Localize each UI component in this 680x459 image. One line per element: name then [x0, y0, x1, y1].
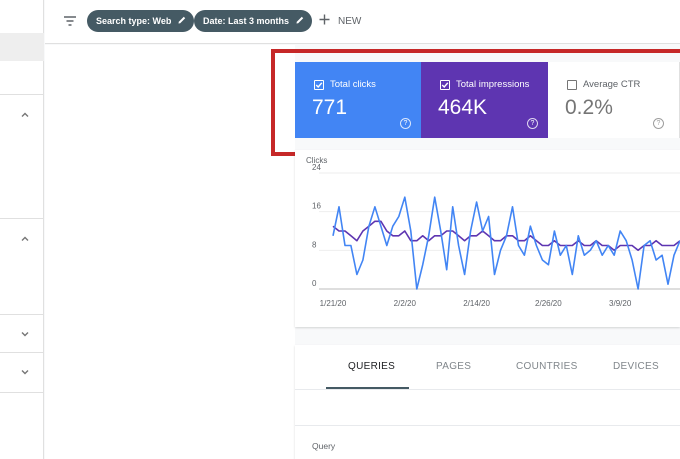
plus-icon: [319, 14, 330, 28]
x-tick-label: 2/14/20: [463, 299, 490, 308]
new-filter-label: NEW: [338, 15, 362, 27]
chevron-down-icon[interactable]: [19, 328, 31, 340]
x-tick-labels: 1/21/20 2/2/20 2/14/20 2/26/20 3/9/20: [320, 299, 632, 308]
sidebar-divider: [0, 314, 44, 315]
date-chip[interactable]: Date: Last 3 months: [194, 10, 313, 32]
tabs-divider: [295, 389, 680, 390]
table-header-divider: [295, 425, 680, 426]
filter-bar: Search type: Web Date: Last 3 months NEW: [45, 0, 680, 44]
chip-label: Search type: Web: [96, 16, 172, 26]
content-left-area: [45, 45, 295, 459]
search-type-chip[interactable]: Search type: Web: [87, 10, 195, 32]
highlight-rectangle: [271, 49, 680, 156]
chart-series: [332, 196, 680, 290]
x-tick-label: 3/9/20: [609, 299, 632, 308]
chevron-up-icon[interactable]: [19, 233, 31, 245]
sidebar-divider: [0, 392, 44, 393]
x-tick-label: 1/21/20: [320, 299, 347, 308]
query-column-header[interactable]: Query: [312, 441, 335, 451]
y-tick-label: 24: [312, 163, 321, 172]
edit-icon[interactable]: [177, 15, 187, 27]
tab-countries[interactable]: COUNTRIES: [516, 361, 578, 372]
y-tick-label: 8: [312, 240, 317, 249]
edit-icon[interactable]: [295, 15, 305, 27]
series-line-total-clicks: [332, 196, 680, 290]
y-tick-label: 16: [312, 202, 321, 211]
report-tabs-card: QUERIES PAGES COUNTRIES DEVICES Query: [295, 345, 680, 459]
chevron-up-icon[interactable]: [19, 109, 31, 121]
chevron-down-icon[interactable]: [19, 366, 31, 378]
tab-pages[interactable]: PAGES: [436, 361, 471, 372]
x-tick-label: 2/26/20: [535, 299, 562, 308]
sidebar-divider: [0, 352, 44, 353]
y-tick-label: 0: [312, 279, 317, 288]
sidebar-selected-item[interactable]: [0, 33, 44, 61]
filter-icon[interactable]: [63, 14, 77, 26]
sidebar-divider: [0, 218, 44, 219]
chip-label: Date: Last 3 months: [203, 16, 290, 26]
sidebar-divider: [0, 94, 44, 95]
new-filter-button[interactable]: NEW: [319, 12, 361, 30]
y-tick-labels: 24 16 8 0: [312, 163, 321, 288]
tab-queries[interactable]: QUERIES: [348, 361, 395, 372]
tab-devices[interactable]: DEVICES: [613, 361, 659, 372]
left-sidebar: [0, 0, 44, 459]
chart-gridlines: [319, 172, 680, 290]
performance-chart: Clicks 241680 1/21/20 2/2/20 2/14/20 2/26/2…: [306, 156, 680, 308]
performance-chart-card: Clicks 24 16 8 0 1/21/20 2/2/20 2/14/20 2/26/2…: [295, 150, 680, 327]
x-tick-label: 2/2/20: [394, 299, 417, 308]
